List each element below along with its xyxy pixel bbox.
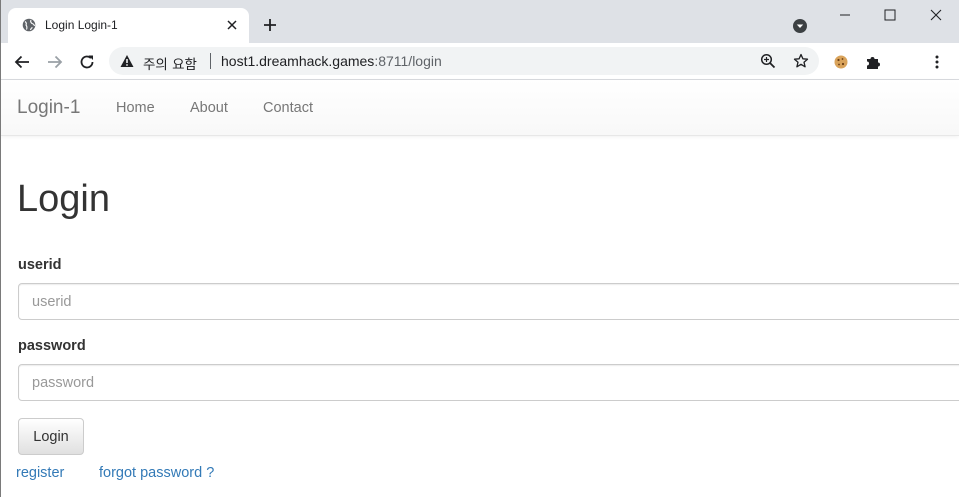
minimize-icon[interactable] [822,0,868,30]
navbar-brand[interactable]: Login-1 [17,97,80,119]
url-path: :8711/login [374,53,442,69]
puzzle-icon[interactable] [861,50,885,74]
tab-title: Login Login-1 [45,18,118,32]
browser-tabstrip: Login Login-1 [0,0,959,43]
warning-triangle-icon[interactable] [120,54,134,68]
close-icon[interactable] [224,17,240,33]
password-input[interactable] [18,364,959,401]
userid-input[interactable] [18,283,959,320]
url-text[interactable]: host1.dreamhack.games:8711/login [221,53,442,69]
url-host: host1.dreamhack.games [221,53,375,69]
browser-toolbar: 주의 요함 host1.dreamhack.games:8711/login [0,43,959,80]
maximize-icon[interactable] [867,0,913,30]
close-window-icon[interactable] [913,0,959,30]
chevron-down-circle-icon[interactable] [790,16,810,36]
address-bar[interactable]: 주의 요함 host1.dreamhack.games:8711/login [109,47,819,75]
window-border [0,0,1,497]
security-status-text[interactable]: 주의 요함 [143,53,197,73]
omnibox-separator [210,53,211,69]
site-navbar: Login-1 Home About Contact [0,80,959,136]
userid-label: userid [18,257,62,273]
password-label: password [18,338,86,354]
reload-icon[interactable] [75,50,99,74]
cookie-icon[interactable] [829,50,853,74]
nav-link-about[interactable]: About [190,100,228,116]
page-title: Login [17,178,110,220]
more-vertical-icon[interactable] [925,50,949,74]
arrow-left-icon[interactable] [10,50,34,74]
browser-tab[interactable]: Login Login-1 [8,8,249,43]
star-icon[interactable] [792,52,810,70]
nav-link-home[interactable]: Home [116,100,155,116]
register-link[interactable]: register [16,465,64,481]
globe-icon [22,18,36,32]
plus-icon[interactable] [260,15,280,35]
arrow-right-icon[interactable] [43,50,67,74]
zoom-icon[interactable] [759,52,777,70]
forgot-password-link[interactable]: forgot password ? [99,465,214,481]
login-button[interactable]: Login [18,418,84,455]
nav-link-contact[interactable]: Contact [263,100,313,116]
